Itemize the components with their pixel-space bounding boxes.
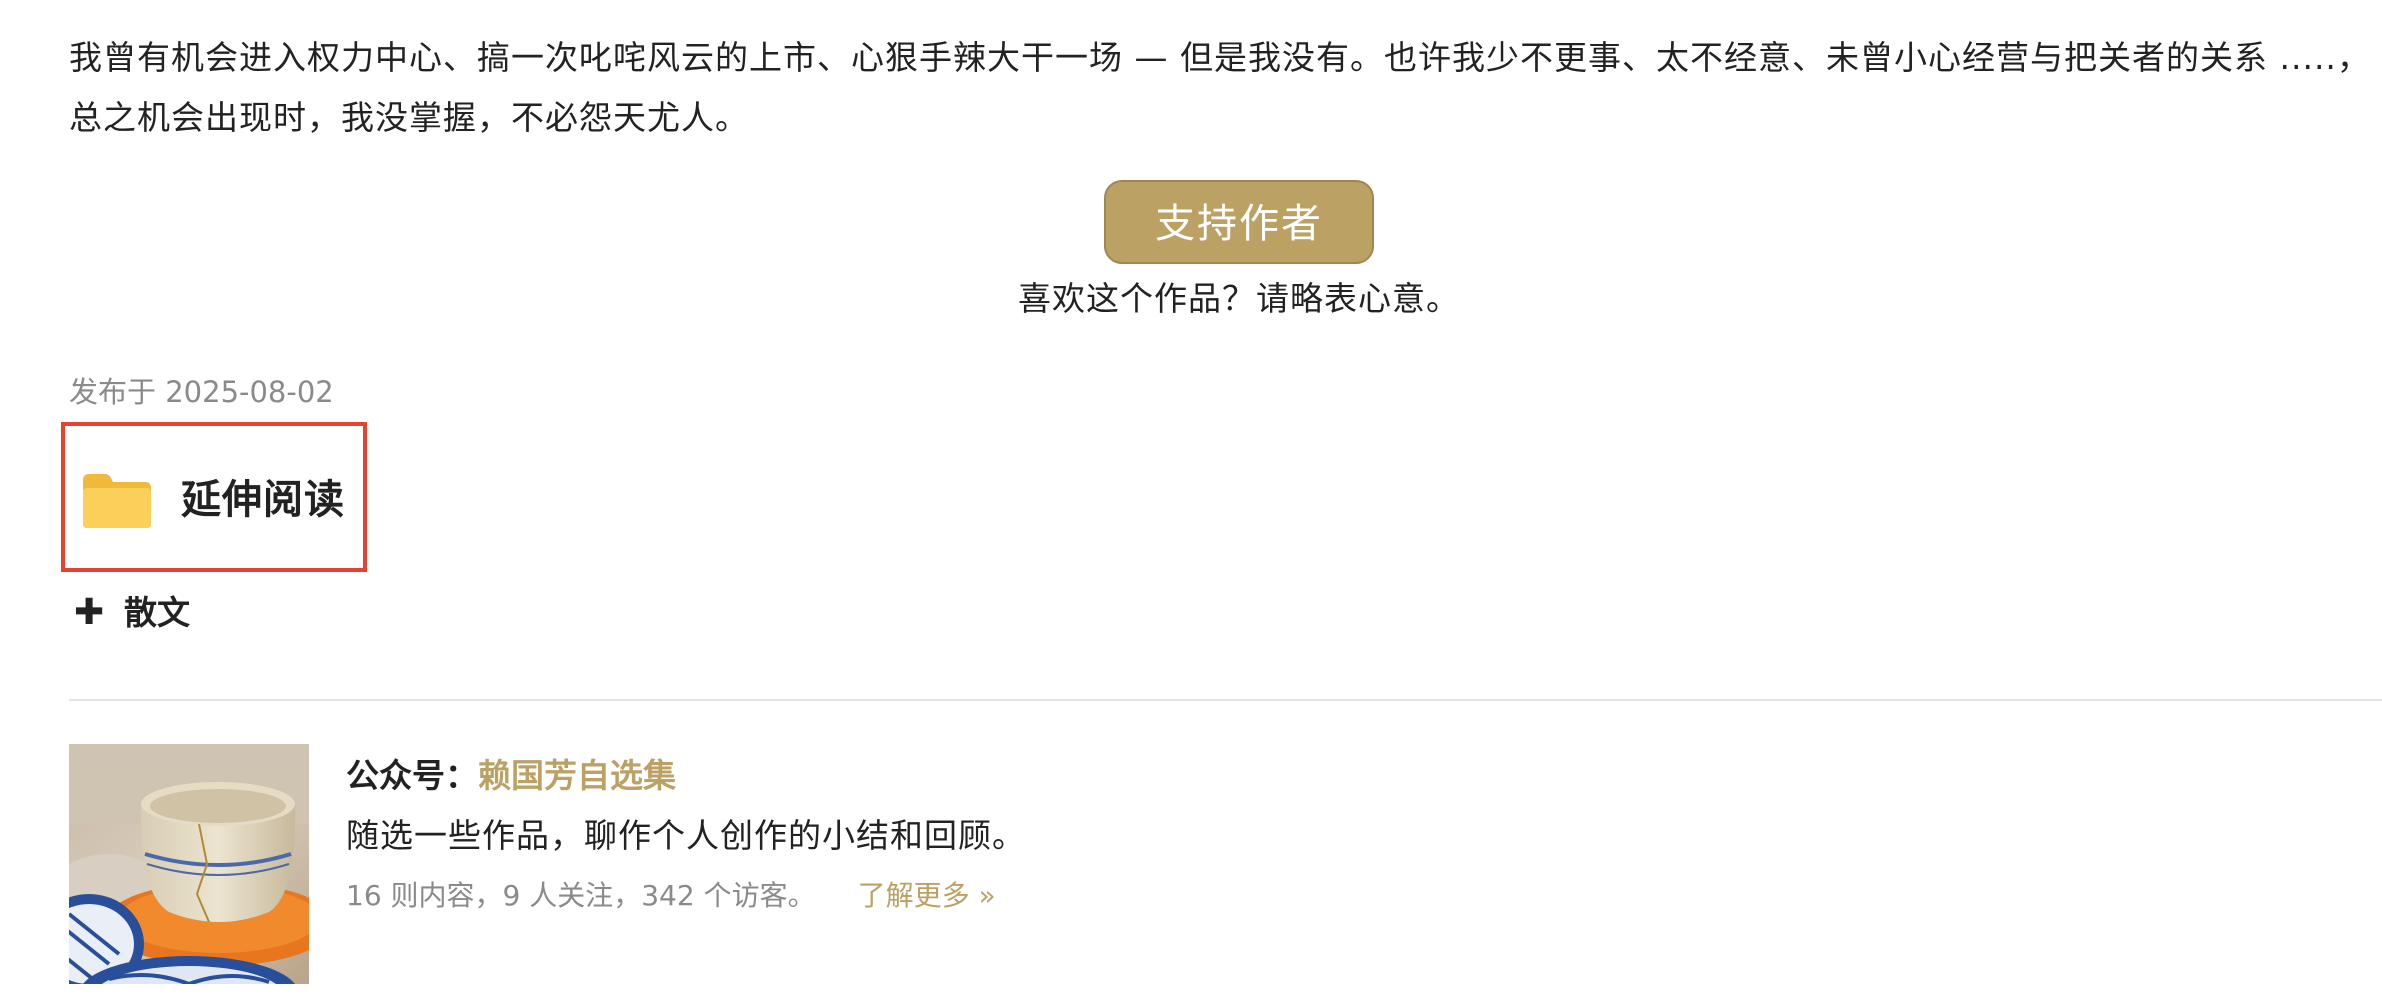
article-text: 我曾有机会进入权力中心、搞一次叱咤风云的上市、心狠手辣大干一场 — 但是我没有。…: [69, 28, 2382, 148]
support-section: 支持作者 喜欢这个作品？请略表心意。: [0, 180, 2382, 326]
account-prefix: 公众号：: [346, 756, 478, 795]
category-label: 散文: [124, 593, 190, 632]
account-stats: 16 则内容，9 人关注，342 个访客。: [346, 879, 816, 912]
account-thumbnail[interactable]: [69, 744, 309, 984]
divider: [69, 699, 2382, 701]
support-author-button[interactable]: 支持作者: [1104, 180, 1374, 264]
account-name-row: 公众号：赖国芳自选集: [346, 750, 676, 802]
extended-reading-title: 延伸阅读: [181, 477, 345, 523]
support-caption: 喜欢这个作品？请略表心意。: [1018, 279, 1460, 318]
article-line-1: 我曾有机会进入权力中心、搞一次叱咤风云的上市、心狠手辣大干一场 — 但是我没有。…: [69, 38, 2371, 77]
account-description: 随选一些作品，聊作个人创作的小结和回顾。: [346, 816, 1026, 855]
plus-icon: ✚: [74, 592, 105, 633]
folder-icon: [81, 470, 153, 530]
publish-date: 发布于 2025-08-02: [69, 375, 334, 409]
account-name-link[interactable]: 赖国芳自选集: [478, 756, 676, 795]
account-stats-row: 16 则内容，9 人关注，342 个访客。 了解更多 »: [346, 872, 996, 920]
extended-reading-header: 延伸阅读: [61, 422, 367, 572]
category-item-prose[interactable]: ✚ 散文: [74, 588, 190, 638]
article-line-2: 总之机会出现时，我没掌握，不必怨天尤人。: [69, 98, 749, 137]
learn-more-link[interactable]: 了解更多 »: [858, 879, 996, 912]
